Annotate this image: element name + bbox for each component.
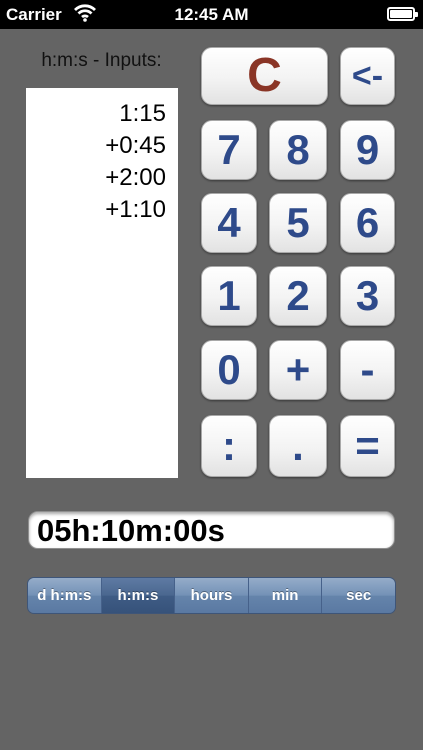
key-5-button[interactable]: 5 [269,193,327,253]
key-1-button[interactable]: 1 [201,266,257,326]
input-line: +0:45 [105,132,166,159]
key-7-button[interactable]: 7 [201,120,257,180]
format-option-min[interactable]: min [248,578,323,613]
key-9-button[interactable]: 9 [340,120,395,180]
inputs-title: h:m:s - Inputs: [41,50,162,71]
backspace-button[interactable]: <- [340,47,395,105]
clear-button[interactable]: C [201,47,328,105]
format-option-d-hms[interactable]: d h:m:s [28,578,102,613]
key-6-button[interactable]: 6 [340,193,395,253]
format-option-hours[interactable]: hours [175,578,249,613]
minus-button[interactable]: - [340,340,395,400]
format-segmented-control: d h:m:s h:m:s hours min sec [27,577,396,614]
inputs-list: 1:15 +0:45 +2:00 +1:10 [26,88,178,478]
key-4-button[interactable]: 4 [201,193,257,253]
key-0-button[interactable]: 0 [201,340,257,400]
format-option-hms[interactable]: h:m:s [101,578,176,613]
status-bar: Carrier 12:45 AM [0,0,423,29]
plus-button[interactable]: + [269,340,327,400]
equals-button[interactable]: = [340,415,395,477]
battery-icon [387,7,418,21]
key-2-button[interactable]: 2 [269,266,327,326]
result-display: 05h:10m:00s [28,511,395,549]
key-3-button[interactable]: 3 [340,266,395,326]
status-time: 12:45 AM [174,5,249,24]
colon-button[interactable]: : [201,415,257,477]
input-line: +1:10 [105,196,166,223]
format-option-sec[interactable]: sec [322,578,395,613]
input-line: +2:00 [105,164,166,191]
dot-button[interactable]: . [269,415,327,477]
key-8-button[interactable]: 8 [269,120,327,180]
input-line: 1:15 [119,100,166,127]
